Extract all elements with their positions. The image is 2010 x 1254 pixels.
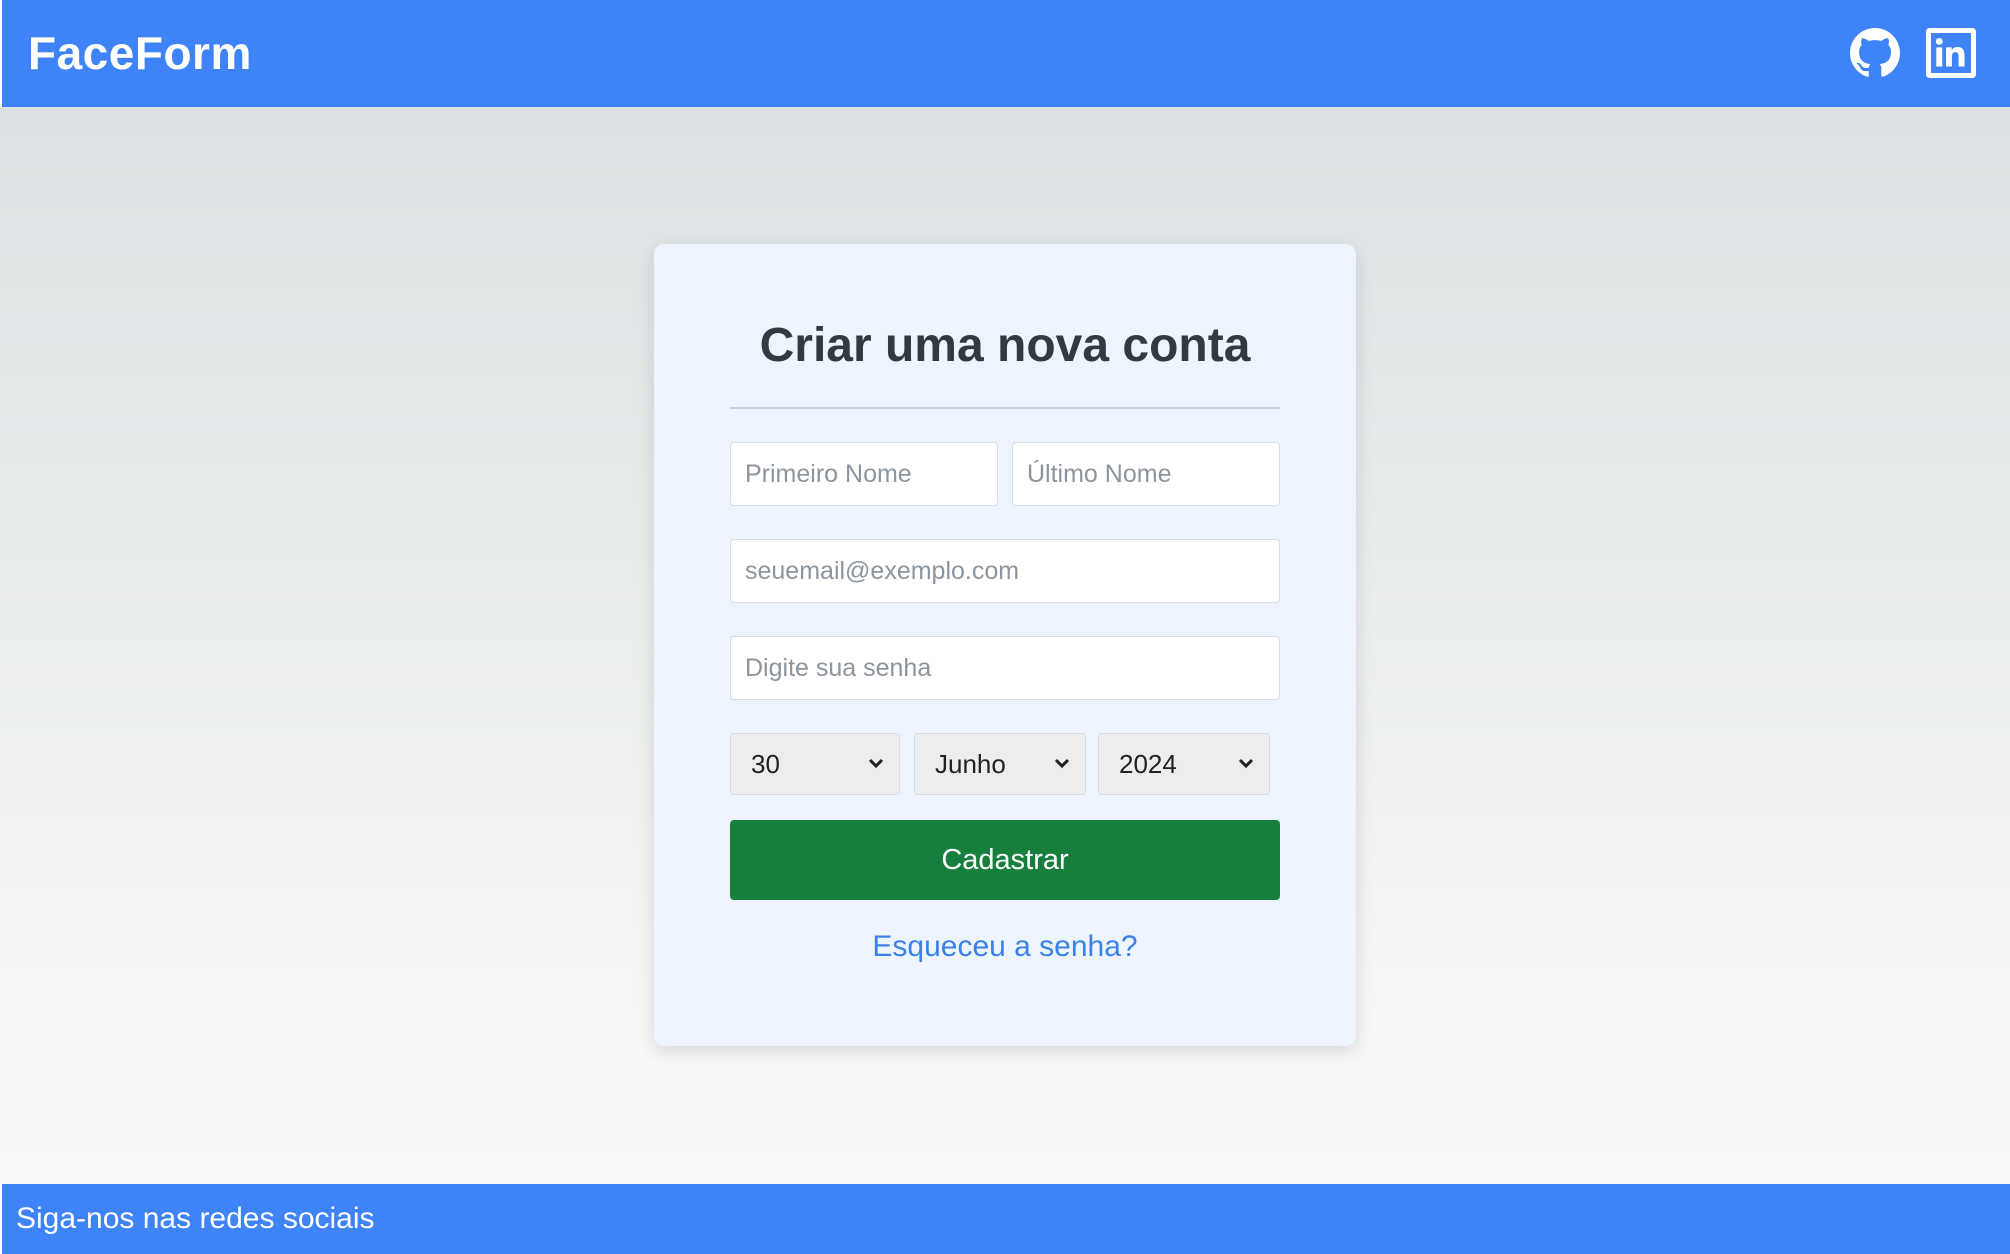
first-name-input[interactable]	[730, 442, 998, 506]
brand-logo[interactable]: FaceForm	[28, 26, 252, 80]
birth-month-select[interactable]: Junho	[914, 733, 1086, 795]
chevron-down-icon	[868, 758, 884, 769]
github-icon[interactable]	[1850, 28, 1900, 78]
forgot-password-link[interactable]: Esqueceu a senha?	[654, 930, 1356, 964]
birth-day-value: 30	[751, 748, 780, 779]
password-input[interactable]	[730, 636, 1280, 700]
page: FaceForm Criar uma nova conta 30	[0, 0, 2010, 1254]
birth-day-select[interactable]: 30	[730, 733, 900, 795]
footer-text: Siga-nos nas redes sociais	[16, 1202, 375, 1235]
email-input[interactable]	[730, 539, 1280, 603]
last-name-input[interactable]	[1012, 442, 1280, 506]
chevron-down-icon	[1238, 758, 1254, 769]
footer: Siga-nos nas redes sociais	[0, 1184, 2010, 1254]
signup-card: Criar uma nova conta 30 Junho 2024 Cadas…	[654, 244, 1356, 1046]
birth-month-value: Junho	[935, 748, 1006, 779]
social-links	[1850, 28, 1976, 78]
birth-year-value: 2024	[1119, 748, 1177, 779]
title-divider	[730, 407, 1280, 409]
birth-year-select[interactable]: 2024	[1098, 733, 1270, 795]
chevron-down-icon	[1054, 758, 1070, 769]
register-button[interactable]: Cadastrar	[730, 820, 1280, 900]
top-navbar: FaceForm	[0, 0, 2010, 107]
form-title: Criar uma nova conta	[759, 319, 1251, 372]
linkedin-icon[interactable]	[1926, 28, 1976, 78]
